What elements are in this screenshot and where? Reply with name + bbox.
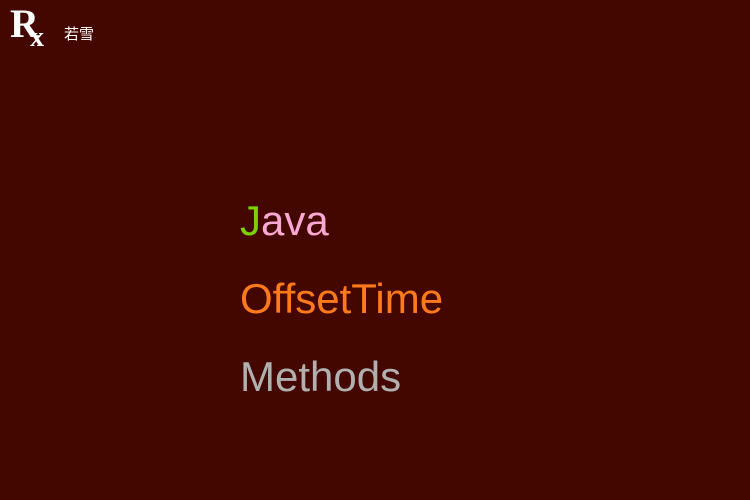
logo-letter-x: x xyxy=(30,24,44,52)
rx-logo-icon: R x xyxy=(10,10,58,58)
title-line-offsettime: OffsetTime xyxy=(240,278,443,320)
logo-text: 若雪 xyxy=(64,27,94,42)
title-line-methods: Methods xyxy=(240,356,443,398)
title-letter-j: J xyxy=(240,197,261,244)
title-block: Java OffsetTime Methods xyxy=(240,200,443,398)
brand-logo: R x 若雪 xyxy=(10,10,94,58)
title-line-java: Java xyxy=(240,200,443,242)
title-rest-ava: ava xyxy=(261,197,329,244)
